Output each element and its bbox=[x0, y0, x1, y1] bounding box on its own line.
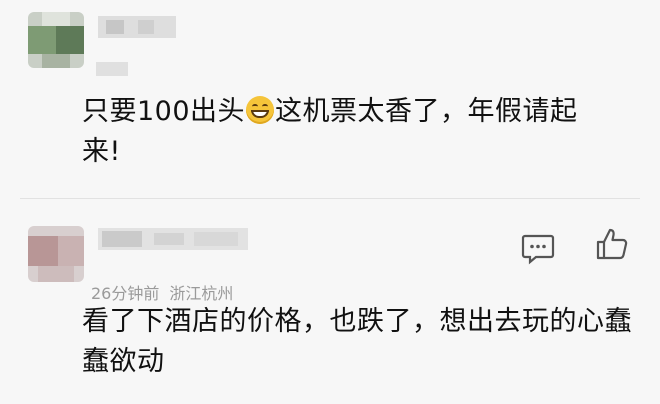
comment-text: 只要100出头 这机票太香了，年假请起来! bbox=[82, 92, 602, 172]
comment-item: 只要100出头 这机票太香了，年假请起来! bbox=[0, 0, 660, 196]
like-icon[interactable] bbox=[594, 226, 630, 262]
divider bbox=[20, 198, 640, 199]
comment-item: 26分钟前 浙江杭州 看了下酒店的价格，也跌了，想出去玩的心蠢蠢欲动 bbox=[0, 206, 660, 404]
username[interactable] bbox=[98, 228, 248, 250]
avatar[interactable] bbox=[28, 226, 84, 282]
comment-text-part: 只要100出头 bbox=[82, 96, 246, 127]
comment-text: 看了下酒店的价格，也跌了，想出去玩的心蠢蠢欲动 bbox=[82, 306, 632, 377]
comment-icon[interactable] bbox=[520, 230, 556, 266]
comment-time: 26分钟前 bbox=[91, 284, 160, 303]
meta-info: 26分钟前 浙江杭州 bbox=[91, 280, 243, 304]
meta-info bbox=[96, 62, 128, 76]
avatar[interactable] bbox=[28, 12, 84, 68]
username[interactable] bbox=[98, 16, 176, 38]
comment-location: 浙江杭州 bbox=[169, 284, 234, 303]
grinning-face-icon bbox=[246, 96, 275, 124]
